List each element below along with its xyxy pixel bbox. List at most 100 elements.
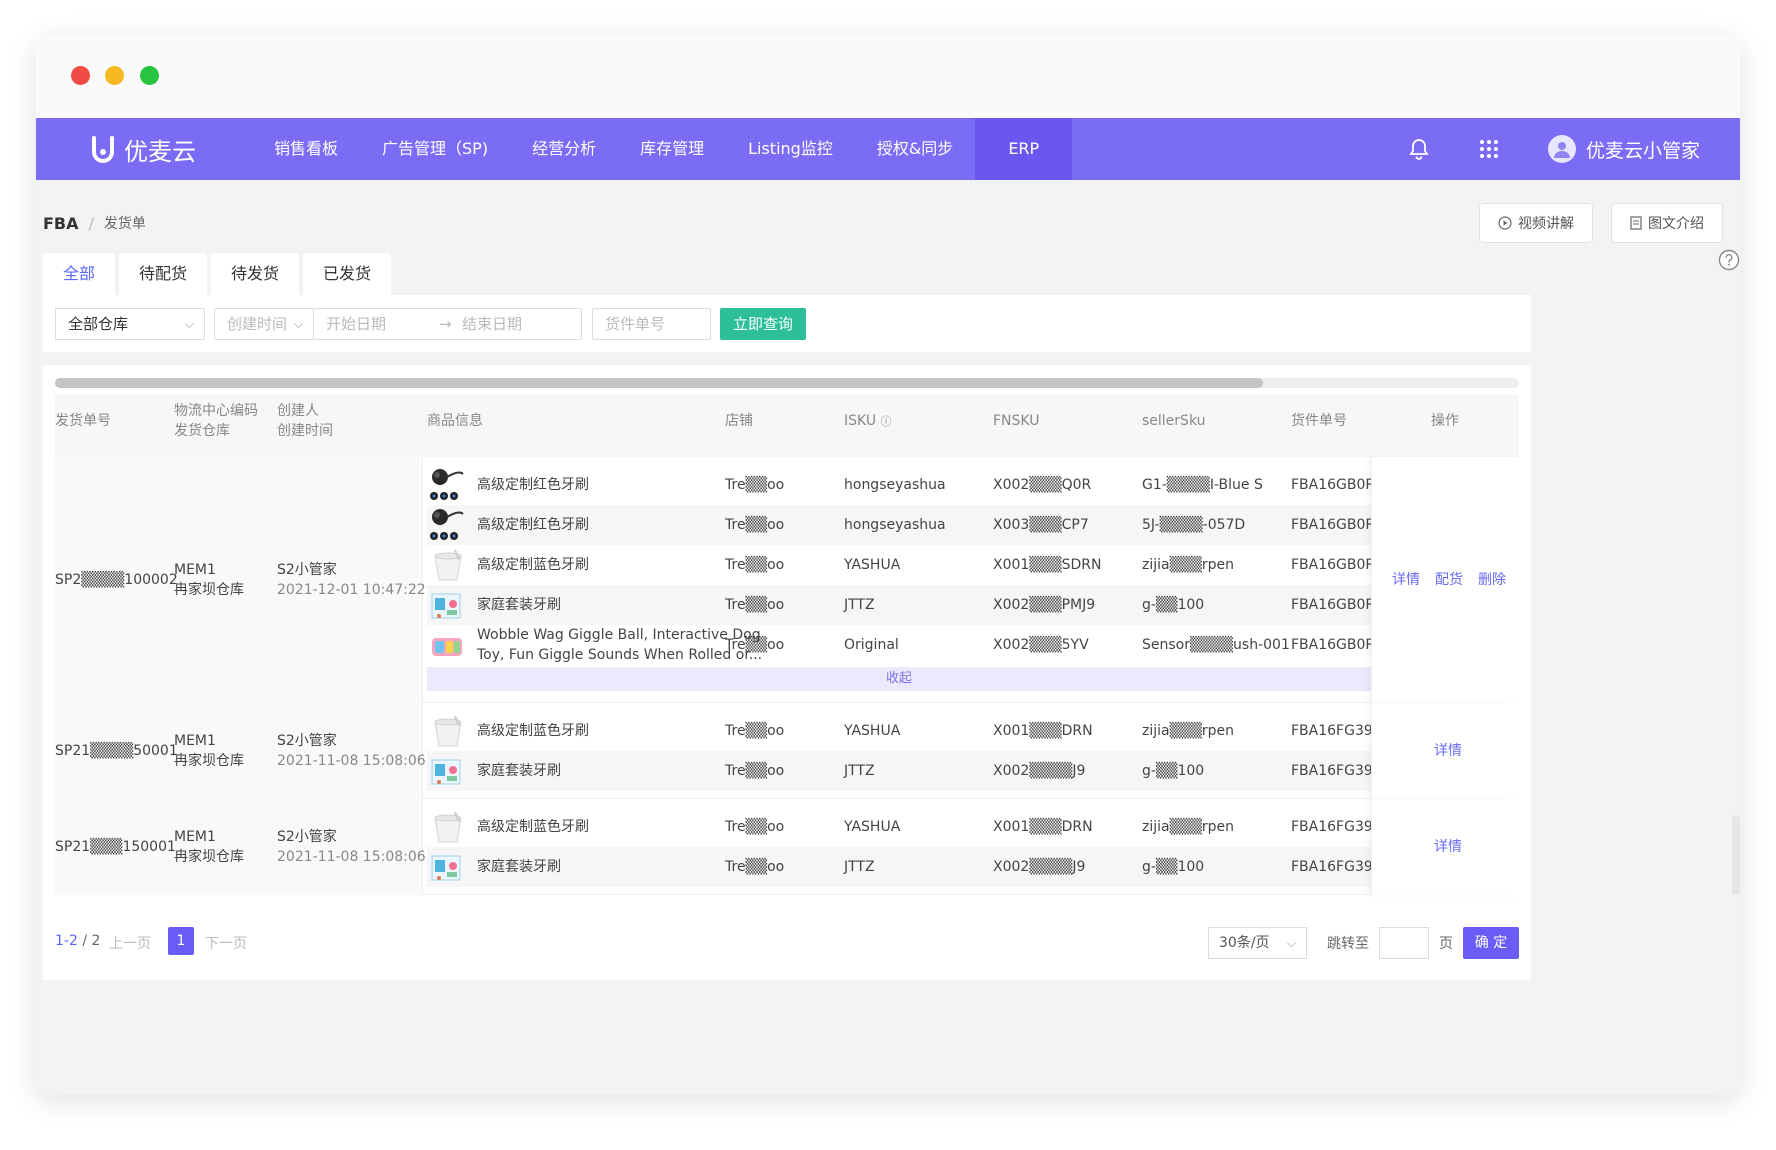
tab-all[interactable]: 全部 [43,253,116,295]
order-group: SP2▒▒▒▒100002 MEM1 冉家坝仓库 S2小管家 2021-12-01 10… [55,457,1519,703]
doc-intro-button[interactable]: 图文介绍 [1611,203,1723,243]
product-name-line2[interactable]: Toy, Fun Giggle Sounds When Rolled or... [477,645,762,665]
header-isku-label: ISKU [844,413,877,429]
product-name[interactable]: 高级定制蓝色牙刷 [477,817,589,837]
product-image-icon [429,468,465,502]
breadcrumb-root[interactable]: FBA [43,214,79,233]
header-ops: 操作 [1431,413,1459,429]
query-button[interactable]: 立即查询 [720,308,806,340]
detail-button[interactable]: 详情 [1434,741,1462,761]
nav-item-analysis[interactable]: 经营分析 [510,118,618,180]
fnsku-value: X002▒▒▒Q0R [993,477,1092,493]
store-name: Tre▒▒oo [725,763,785,779]
shipment-no-placeholder: 货件单号 [605,315,666,333]
product-name[interactable]: 家庭套装牙刷 [477,595,561,615]
collapse-button[interactable]: 收起 [427,667,1371,691]
product-name[interactable]: 家庭套装牙刷 [477,761,561,781]
product-name[interactable]: 家庭套装牙刷 [477,857,561,877]
time-type-select[interactable]: 创建时间 ⌵ [214,308,314,340]
tab-shipped[interactable]: 已发货 [303,253,392,295]
maximize-window-button[interactable] [140,66,159,85]
nav-item-inventory[interactable]: 库存管理 [618,118,726,180]
shipment-value: FBA16FG39P [1291,763,1382,779]
center-code: MEM1 [174,562,216,578]
product-row: 家庭套装牙刷 Tre▒▒oo JTTZ X002▒▒▒▒J9 g-▒▒100 FBA16F… [427,751,1381,791]
fnsku-value: X002▒▒▒▒J9 [993,763,1086,779]
header-shipment: 货件单号 [1291,413,1347,429]
product-image-icon [429,714,465,748]
nav-item-erp[interactable]: ERP [975,118,1073,180]
fnsku-value: X001▒▒▒DRN [993,819,1093,835]
page-range: 1-2 [55,933,78,949]
header-center-code: 物流中心编码 [174,403,258,419]
warehouse-name: 冉家坝仓库 [174,849,244,865]
nav-item-sales[interactable]: 销售看板 [252,118,360,180]
product-name[interactable]: 高级定制红色牙刷 [477,475,589,495]
fnsku-value: X003▒▒▒CP7 [993,517,1089,533]
apps-grid-icon[interactable] [1478,138,1500,160]
jump-confirm-button[interactable]: 确 定 [1463,927,1519,959]
jump-page-input[interactable] [1379,927,1429,959]
tab-pending-allocation[interactable]: 待配货 [119,253,208,295]
detail-button[interactable]: 详情 [1434,837,1462,857]
info-icon[interactable]: ⓘ [881,415,892,428]
created-time: 2021-11-08 15:08:06 [277,753,426,769]
user-menu[interactable]: 优麦云小管家 [1547,135,1700,163]
shipment-value: FBA16FG39P [1291,723,1382,739]
allocate-button[interactable]: 配货 [1435,570,1463,590]
page-1-button[interactable]: 1 [168,927,194,955]
brand[interactable]: 优麦云 [90,132,196,166]
order-no[interactable]: SP21▒▒▒150001 [55,837,176,857]
product-name[interactable]: 高级定制蓝色牙刷 [477,721,589,741]
isku-value: YASHUA [844,819,901,835]
detail-button[interactable]: 详情 [1392,570,1420,590]
isku-value: JTTZ [844,597,875,613]
tab-pending-shipment[interactable]: 待发货 [211,253,300,295]
product-image-icon [429,508,465,542]
product-image-icon [429,588,465,622]
status-tabs: 全部 待配货 待发货 已发货 [43,253,392,295]
minimize-window-button[interactable] [105,66,124,85]
next-page-button[interactable]: 下一页 [205,933,247,953]
doc-intro-label: 图文介绍 [1648,216,1704,232]
start-date-input[interactable]: 开始日期 [326,315,386,333]
product-name[interactable]: 高级定制红色牙刷 [477,515,589,535]
nav-item-auth-sync[interactable]: 授权&同步 [855,118,975,180]
product-name[interactable]: Wobble Wag Giggle Ball, Interactive Dog [477,625,761,645]
header-product: 商品信息 [427,413,483,429]
delete-button[interactable]: 删除 [1478,570,1506,590]
user-name: 优麦云小管家 [1585,139,1700,162]
time-type-value: 创建时间 [227,315,288,333]
breadcrumb-current: 发货单 [103,216,146,232]
order-no[interactable]: SP21▒▒▒▒50001 [55,741,178,761]
question-circle-icon[interactable] [1718,249,1740,271]
avatar-icon [1547,135,1576,163]
shipment-no-input[interactable]: 货件单号 [592,308,711,340]
isku-value: YASHUA [844,557,901,573]
vertical-scrollbar[interactable] [1732,815,1740,895]
pagination: 1-2 / 2 上一页 1 下一页 30条/页 ⌵ 跳转至 页 确 定 [55,925,1519,965]
row-actions: 详情 [1371,799,1519,895]
fnsku-value: X002▒▒▒5YV [993,637,1089,653]
title-bar [36,35,1740,118]
nav-item-ads[interactable]: 广告管理（SP) [360,118,510,180]
horizontal-scrollbar[interactable] [55,378,1519,388]
date-range-picker[interactable]: 开始日期 → 结束日期 [313,308,582,340]
warehouse-select[interactable]: 全部仓库 ⌵ [55,308,205,340]
fnsku-value: X002▒▒▒▒J9 [993,859,1086,875]
nav-item-listing[interactable]: Listing监控 [726,118,855,180]
close-window-button[interactable] [71,66,90,85]
nav-right: 优麦云小管家 [1408,118,1700,180]
prev-page-button[interactable]: 上一页 [109,933,151,953]
seller-sku-value: zijia▒▒▒rpen [1142,819,1235,835]
video-tutorial-button[interactable]: 视频讲解 [1479,203,1593,243]
jump-label: 跳转至 [1327,936,1369,952]
end-date-input[interactable]: 结束日期 [462,309,522,339]
bell-icon[interactable] [1408,138,1430,160]
page-size-select[interactable]: 30条/页 ⌵ [1208,927,1307,959]
fnsku-value: X001▒▒▒DRN [993,723,1093,739]
order-no[interactable]: SP2▒▒▒▒100002 [55,570,178,590]
scrollbar-thumb[interactable] [55,378,1263,388]
document-icon [1630,216,1642,230]
product-name[interactable]: 高级定制蓝色牙刷 [477,555,589,575]
